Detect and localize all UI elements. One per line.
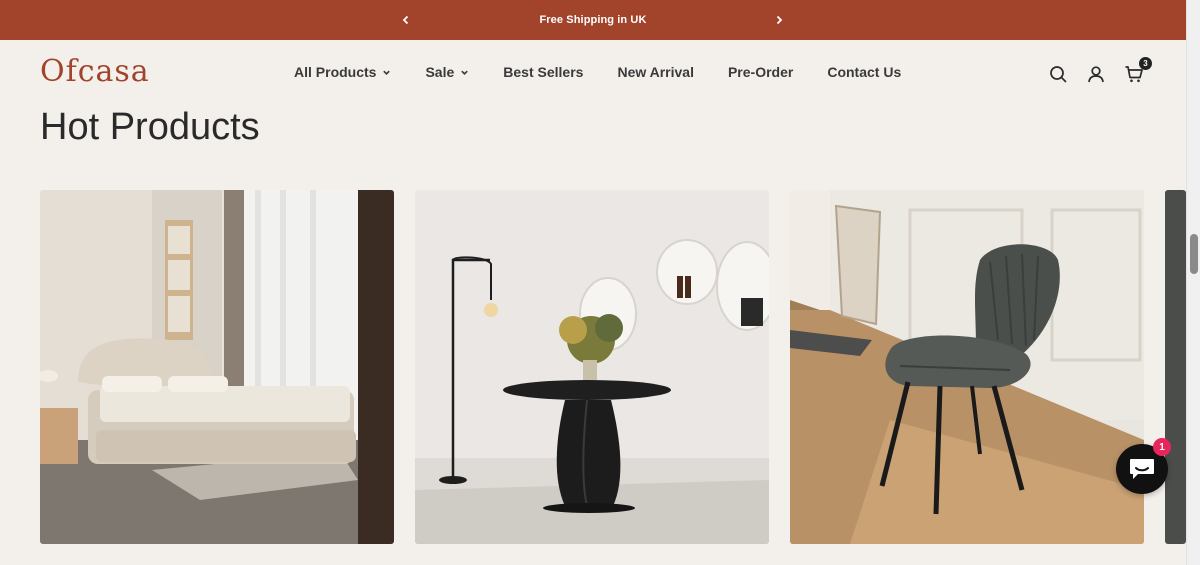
section-title: Hot Products (40, 106, 260, 148)
nav-item-label: Best Sellers (503, 64, 584, 80)
announcement-prev-button[interactable] (396, 10, 416, 30)
search-icon[interactable] (1048, 64, 1068, 84)
main-nav: All Products Sale Best Sellers New Arriv… (294, 64, 901, 80)
announcement-text: Free Shipping in UK (539, 14, 647, 26)
product-image-bed (40, 190, 394, 544)
account-icon[interactable] (1086, 64, 1106, 84)
nav-item-label: New Arrival (617, 64, 694, 80)
product-card-bed[interactable] (40, 190, 394, 544)
chat-notification-badge: 1 (1153, 438, 1171, 456)
nav-item-new-arrival[interactable]: New Arrival (617, 64, 694, 80)
product-card-chair[interactable] (790, 190, 1144, 544)
chevron-right-icon (776, 15, 783, 25)
chat-icon (1130, 459, 1154, 479)
site-header: Ofcasa All Products Sale Best Sellers Ne… (0, 40, 1186, 110)
nav-item-sale[interactable]: Sale (425, 64, 469, 80)
nav-item-best-sellers[interactable]: Best Sellers (503, 64, 583, 80)
chevron-left-icon (402, 15, 409, 25)
product-card-table[interactable] (415, 190, 769, 544)
product-card-next[interactable] (1165, 190, 1186, 544)
nav-item-label: Contact Us (827, 64, 902, 80)
chevron-down-icon (460, 68, 469, 77)
nav-item-pre-order[interactable]: Pre-Order (728, 64, 793, 80)
scrollbar-thumb[interactable] (1190, 234, 1198, 274)
announcement-next-button[interactable] (769, 10, 789, 30)
page-scrollbar[interactable] (1186, 0, 1200, 565)
cart-count-badge: 3 (1139, 57, 1152, 70)
product-image-table (415, 190, 769, 544)
nav-item-label: Sale (425, 64, 455, 80)
header-actions: 3 (1048, 57, 1152, 84)
chevron-down-icon (382, 68, 391, 77)
announcement-bar: Free Shipping in UK (0, 0, 1186, 40)
nav-item-contact-us[interactable]: Contact Us (827, 64, 901, 80)
nav-item-label: Pre-Order (727, 64, 794, 80)
nav-item-label: All Products (294, 64, 377, 80)
nav-item-all-products[interactable]: All Products (294, 64, 391, 80)
product-image-chair (790, 190, 1144, 544)
cart-icon[interactable]: 3 (1124, 57, 1152, 84)
logo[interactable]: Ofcasa (40, 54, 150, 89)
